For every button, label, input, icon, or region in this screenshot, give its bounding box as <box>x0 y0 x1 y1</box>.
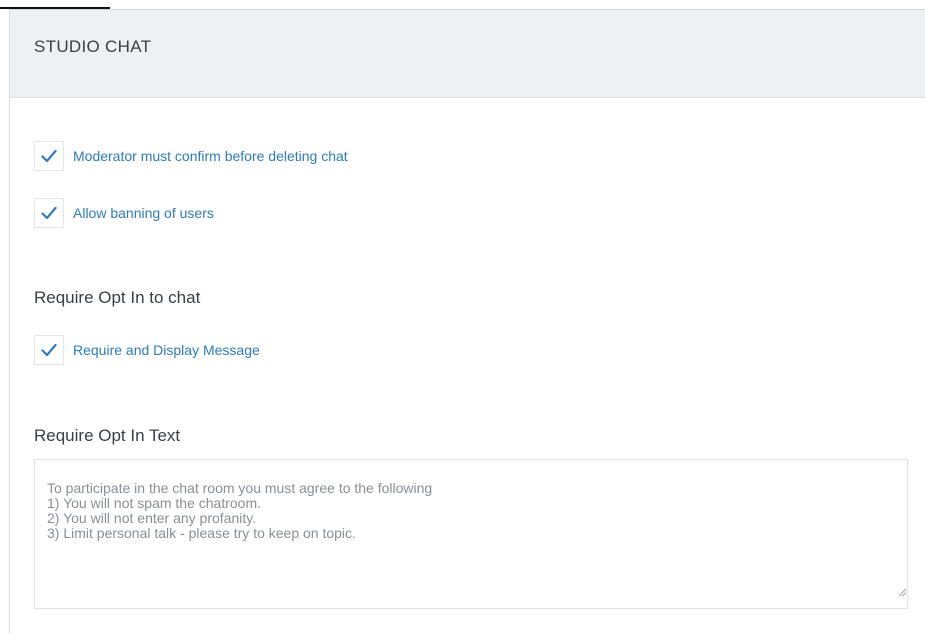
checkmark-icon <box>41 343 57 357</box>
opt-in-heading: Require Opt In to chat <box>34 288 201 307</box>
checkmark-icon <box>41 149 57 163</box>
opt-in-text-field[interactable]: To participate in the chat room you must… <box>34 459 908 609</box>
top-strip <box>0 0 925 9</box>
panel-title: STUDIO CHAT <box>34 37 152 56</box>
confirm-delete-label[interactable]: Moderator must confirm before deleting c… <box>73 148 348 164</box>
panel-header: STUDIO CHAT <box>10 10 925 98</box>
allow-banning-label[interactable]: Allow banning of users <box>73 205 214 221</box>
allow-banning-checkbox[interactable] <box>34 198 64 228</box>
display-message-checkbox[interactable] <box>34 335 64 365</box>
display-message-label[interactable]: Require and Display Message <box>73 342 260 358</box>
checkmark-icon <box>41 206 57 220</box>
confirm-delete-checkbox[interactable] <box>34 141 64 171</box>
confirm-delete-option[interactable]: Moderator must confirm before deleting c… <box>34 140 348 172</box>
studio-chat-panel: STUDIO CHAT Moderator must confirm befor… <box>9 9 925 633</box>
resize-grip-icon[interactable] <box>898 588 907 597</box>
allow-banning-option[interactable]: Allow banning of users <box>34 197 214 229</box>
opt-in-text-heading: Require Opt In Text <box>34 426 181 445</box>
display-message-option[interactable]: Require and Display Message <box>34 334 260 366</box>
